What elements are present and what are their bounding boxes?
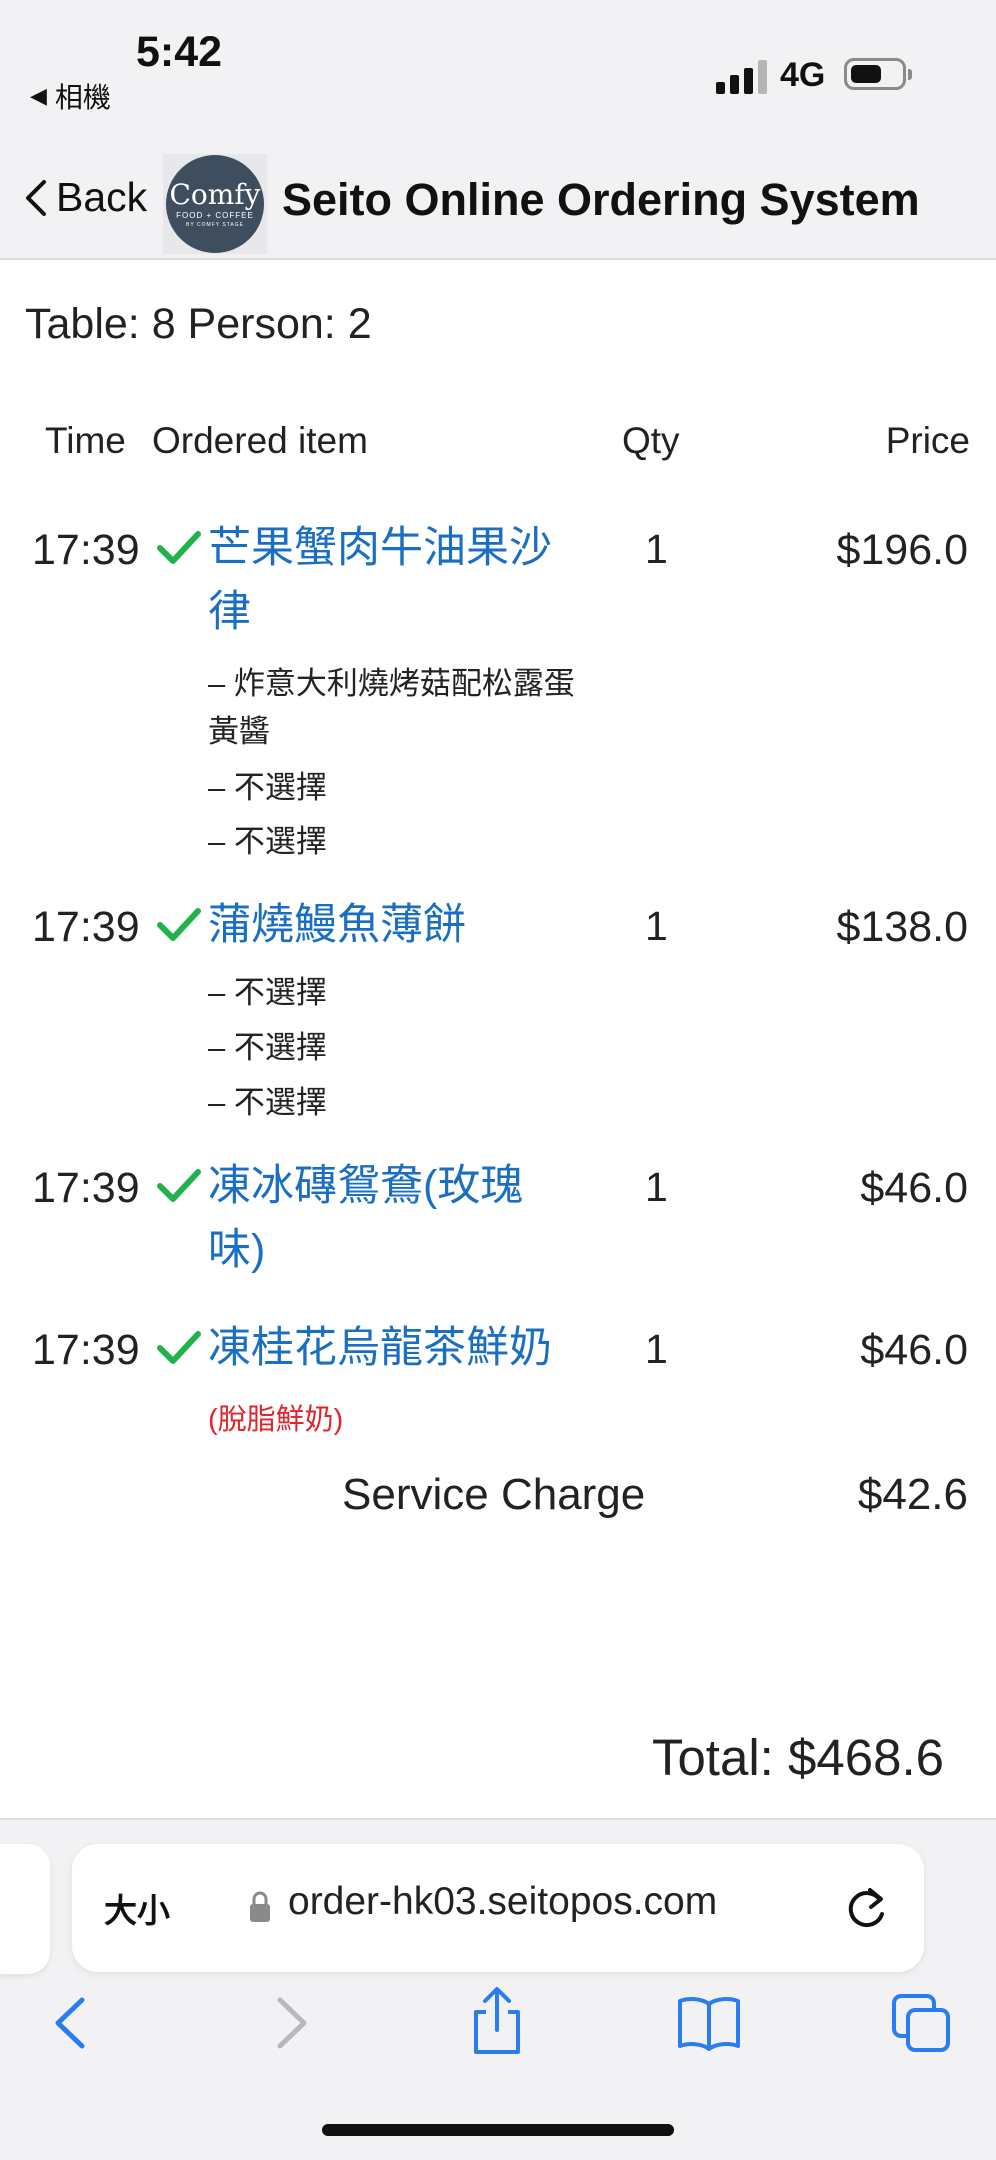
logo-sub: FOOD + COFFEE <box>176 210 254 220</box>
order-time: 17:39 <box>32 1326 140 1374</box>
back-to-app-link[interactable]: ◀ 相機 <box>30 76 111 116</box>
header-item: Ordered item <box>152 420 368 461</box>
order-item-name[interactable]: 蒲燒鰻魚薄餅 <box>208 893 578 957</box>
header-price: Price <box>885 420 970 461</box>
status-time: 5:42 <box>136 28 223 76</box>
header-qty: Qty <box>622 420 680 461</box>
order-option: – 不選擇 <box>208 824 327 859</box>
order-price: $46.0 <box>860 1164 968 1212</box>
order-option: – 炸意大利燒烤菇配松露蛋黃醬 <box>208 666 575 749</box>
restaurant-logo: Comfy FOOD + COFFEE BY COMFY STAGE <box>163 154 267 254</box>
battery-icon <box>844 58 912 90</box>
bookmarks-icon[interactable] <box>676 1992 742 2054</box>
order-time: 17:39 <box>32 526 140 574</box>
back-triangle-icon: ◀ <box>30 83 47 108</box>
order-note: (脫脂鮮奶) <box>208 1404 344 1436</box>
order-qty: 1 <box>645 526 668 572</box>
order-qty: 1 <box>645 1164 668 1210</box>
order-price: $46.0 <box>860 1326 968 1374</box>
cellular-signal-icon <box>716 60 767 94</box>
back-button[interactable]: Back <box>24 174 147 221</box>
text-size-button[interactable]: 大小 <box>104 1884 170 1932</box>
order-item-name[interactable]: 凍桂花烏龍茶鮮奶 <box>208 1316 628 1380</box>
service-charge-value: $42.6 <box>857 1470 968 1519</box>
check-icon <box>157 531 201 564</box>
check-icon <box>157 908 201 941</box>
back-label: Back <box>56 174 148 220</box>
order-option: – 不選擇 <box>208 1085 327 1120</box>
network-type: 4G <box>780 56 826 94</box>
order-option: – 不選擇 <box>208 770 327 805</box>
share-icon[interactable] <box>466 1986 528 2056</box>
order-item-name[interactable]: 凍冰磚鴛鴦(玫瑰味) <box>208 1154 578 1282</box>
home-indicator <box>322 2124 674 2136</box>
table-info: Table: 8 Person: 2 <box>25 300 372 348</box>
order-total: Total: $468.6 <box>651 1729 944 1786</box>
back-app-label: 相機 <box>54 82 111 113</box>
service-charge-label: Service Charge <box>342 1470 646 1519</box>
order-time: 17:39 <box>32 903 140 951</box>
order-option: – 不選擇 <box>208 975 327 1010</box>
page-title: Seito Online Ordering System <box>282 174 920 225</box>
previous-tab-preview[interactable] <box>0 1844 50 1974</box>
order-item-name[interactable]: 芒果蟹肉牛油果沙律 <box>208 516 578 644</box>
logo-sub2: BY COMFY STAGE <box>186 221 244 228</box>
lock-icon <box>250 1891 270 1922</box>
order-price: $196.0 <box>836 526 968 574</box>
nav-bar: Back Comfy FOOD + COFFEE BY COMFY STAGE … <box>0 130 996 260</box>
order-qty: 1 <box>645 1326 668 1372</box>
check-icon <box>157 1169 201 1202</box>
order-time: 17:39 <box>32 1164 140 1212</box>
order-qty: 1 <box>645 903 668 949</box>
order-price: $138.0 <box>836 903 968 951</box>
header-time: Time <box>45 420 126 461</box>
address-bar[interactable]: 大小 order-hk03.seitopos.com <box>72 1844 924 1972</box>
tabs-icon[interactable] <box>890 1992 952 2054</box>
browser-forward-icon[interactable] <box>258 1992 320 2054</box>
order-option: – 不選擇 <box>208 1030 327 1065</box>
chevron-left-icon <box>26 179 46 216</box>
url-text[interactable]: order-hk03.seitopos.com <box>288 1880 717 1924</box>
status-bar: 5:42 ◀ 相機 4G <box>0 0 996 130</box>
logo-name: Comfy <box>169 177 261 211</box>
browser-back-icon[interactable] <box>42 1992 104 2054</box>
reload-icon[interactable] <box>842 1880 892 1936</box>
browser-bottom-bar: 大小 order-hk03.seitopos.com <box>0 1818 996 2160</box>
check-icon <box>157 1331 201 1364</box>
